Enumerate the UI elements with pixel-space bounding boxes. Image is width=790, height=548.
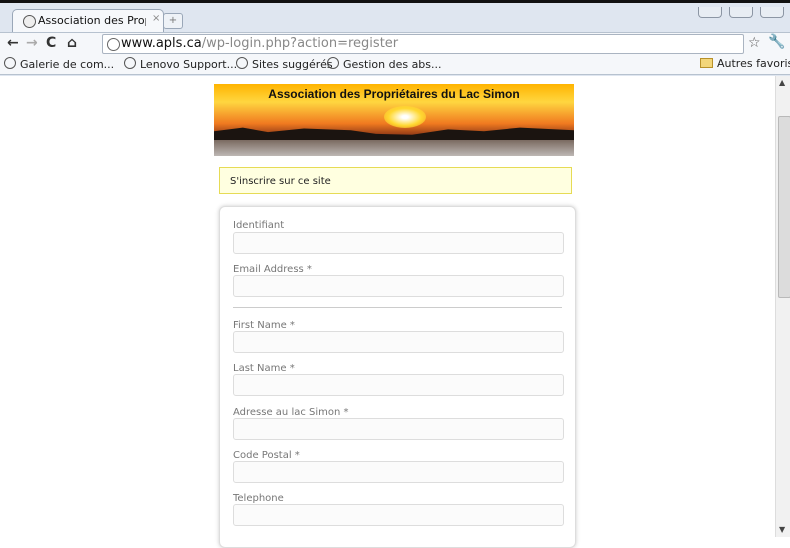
reload-icon[interactable]: C bbox=[46, 35, 56, 51]
wrench-icon[interactable]: 🔧 bbox=[768, 34, 785, 50]
bookmark-item[interactable]: Galerie de com... bbox=[4, 57, 114, 71]
close-tab-icon[interactable]: × bbox=[152, 13, 160, 24]
globe-icon bbox=[327, 57, 339, 69]
scroll-up-icon[interactable]: ▲ bbox=[779, 78, 785, 87]
identifiant-input[interactable] bbox=[233, 232, 564, 254]
vertical-scrollbar[interactable]: ▲ ▼ bbox=[775, 76, 790, 537]
address-input[interactable] bbox=[233, 418, 564, 440]
folder-icon bbox=[700, 58, 713, 68]
other-bookmarks-label: Autres favoris bbox=[717, 57, 790, 70]
bookmarks-bar: Galerie de com... Lenovo Support... Site… bbox=[0, 55, 790, 75]
bookmark-label: Galerie de com... bbox=[20, 58, 115, 71]
sunset-sun bbox=[384, 106, 426, 128]
address-bar[interactable]: www.apls.ca/wp-login.php?action=register bbox=[102, 34, 744, 54]
first-name-input[interactable] bbox=[233, 331, 564, 353]
forward-arrow-icon[interactable]: → bbox=[26, 35, 38, 51]
telephone-input[interactable] bbox=[233, 504, 564, 526]
maximize-button[interactable] bbox=[728, 7, 753, 18]
scroll-down-icon[interactable]: ▼ bbox=[779, 525, 785, 534]
globe-icon bbox=[107, 38, 120, 51]
globe-icon bbox=[124, 57, 136, 69]
bookmark-label: Gestion des abs... bbox=[343, 58, 442, 71]
page-viewport: Association des Propriétaires du Lac Sim… bbox=[0, 76, 775, 548]
postal-code-label: Code Postal * bbox=[233, 450, 300, 461]
register-form: Identifiant Email Address * First Name *… bbox=[219, 206, 576, 548]
url-path: /wp-login.php?action=register bbox=[201, 36, 399, 51]
globe-icon bbox=[236, 57, 248, 69]
url-host: www.apls.ca bbox=[121, 36, 202, 51]
other-bookmarks[interactable]: Autres favoris bbox=[700, 57, 790, 70]
bookmark-item[interactable]: Lenovo Support... bbox=[124, 57, 237, 71]
email-label: Email Address * bbox=[233, 264, 312, 275]
telephone-label: Telephone bbox=[233, 493, 284, 504]
tab-title: Association des Propr bbox=[38, 14, 146, 27]
window-top-border bbox=[0, 0, 790, 3]
last-name-label: Last Name * bbox=[233, 363, 295, 374]
browser-tab[interactable]: Association des Propr × bbox=[12, 9, 164, 32]
new-tab-button[interactable]: + bbox=[163, 13, 183, 29]
email-input[interactable] bbox=[233, 275, 564, 297]
toolbar: ← → C ⌂ www.apls.ca/wp-login.php?action=… bbox=[0, 32, 790, 55]
last-name-input[interactable] bbox=[233, 374, 564, 396]
globe-icon bbox=[23, 15, 36, 28]
bookmark-label: Sites suggérés bbox=[252, 58, 333, 71]
address-label: Adresse au lac Simon * bbox=[233, 407, 349, 418]
bookmark-star-icon[interactable]: ☆ bbox=[748, 35, 761, 51]
postal-code-input[interactable] bbox=[233, 461, 564, 483]
browser-chrome: Association des Propr × + ← → C ⌂ www.ap… bbox=[0, 0, 790, 76]
back-arrow-icon[interactable]: ← bbox=[7, 35, 19, 51]
lake-water bbox=[214, 140, 574, 156]
scroll-thumb[interactable] bbox=[778, 116, 790, 298]
window-controls bbox=[696, 3, 784, 18]
register-message: S'inscrire sur ce site bbox=[219, 167, 572, 194]
home-icon[interactable]: ⌂ bbox=[67, 35, 77, 51]
bookmark-item[interactable]: Gestion des abs... bbox=[327, 57, 442, 71]
form-separator bbox=[233, 307, 562, 308]
banner-title: Association des Propriétaires du Lac Sim… bbox=[268, 87, 520, 101]
close-window-button[interactable] bbox=[760, 7, 784, 18]
site-banner[interactable]: Association des Propriétaires du Lac Sim… bbox=[214, 84, 574, 156]
globe-icon bbox=[4, 57, 16, 69]
identifiant-label: Identifiant bbox=[233, 220, 285, 231]
first-name-label: First Name * bbox=[233, 320, 295, 331]
url-text: www.apls.ca/wp-login.php?action=register bbox=[121, 35, 398, 53]
minimize-button[interactable] bbox=[697, 7, 722, 18]
bookmark-label: Lenovo Support... bbox=[140, 58, 238, 71]
bookmark-item[interactable]: Sites suggérés bbox=[236, 57, 333, 71]
